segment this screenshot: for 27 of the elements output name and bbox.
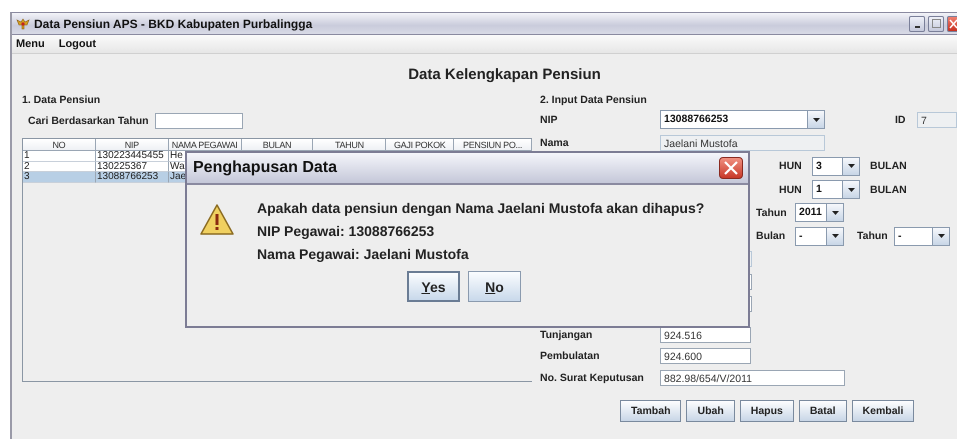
table-cell: 130225367 <box>96 162 169 172</box>
section-title: 1. Data Pensiun <box>22 93 102 108</box>
table-cell: 130223445455 <box>96 151 169 162</box>
field-label: ID <box>895 114 906 126</box>
unit-label: BULAN <box>870 184 907 196</box>
dialog-message: Apakah data pensiun dengan Nama Jaelani Mustofa akan dihapus? <box>257 199 704 217</box>
table-cell: 2 <box>23 162 96 172</box>
field-label: Tahun <box>756 206 788 219</box>
field-label: No. Surat Keputusan <box>540 372 645 384</box>
field-label: Bulan <box>756 230 786 242</box>
unit-label: BULAN <box>870 160 907 172</box>
field-label: Tunjangan <box>540 328 594 341</box>
field-label: HUN <box>779 184 803 196</box>
dialog-message: NIP Pegawai: 13088766253 <box>257 222 436 240</box>
table-cell: 13088766253 <box>96 172 169 182</box>
search-label: Cari Berdasarkan Tahun <box>28 115 149 127</box>
field-label: Pembulatan <box>540 350 601 362</box>
section-title: 2. Input Data Pensiun <box>540 93 648 108</box>
field-label: Tahun <box>857 230 889 242</box>
page-heading: Data Kelengkapan Pensiun <box>407 66 602 85</box>
dialog-message: Nama Pegawai: Jaelani Mustofa <box>257 245 470 263</box>
table-cell: 3 <box>23 172 96 182</box>
window-title: Data Pensiun APS - BKD Kabupaten Purbalingga <box>34 16 312 30</box>
table-cell: 1 <box>23 151 96 162</box>
field-label: HUN <box>779 160 803 172</box>
field-label: NIP <box>540 114 559 126</box>
field-label: Nama <box>540 136 570 149</box>
